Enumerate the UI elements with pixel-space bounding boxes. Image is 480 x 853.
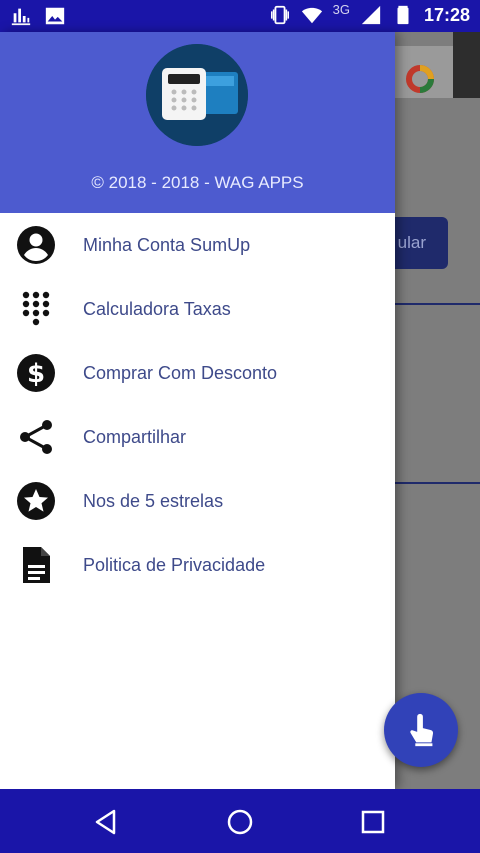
- drawer-header: © 2018 - 2018 - WAG APPS: [0, 32, 395, 213]
- menu-item-label: Comprar Com Desconto: [83, 363, 278, 383]
- background-ad-card: [395, 46, 453, 98]
- background-divider: [395, 303, 480, 305]
- background-app: ular: [395, 32, 480, 789]
- menu-item-fee-calculator[interactable]: Calculadora Taxas: [0, 277, 395, 341]
- vibrate-icon: [270, 5, 289, 25]
- card-reader-logo-icon: [146, 44, 248, 146]
- background-divider: [395, 482, 480, 484]
- battery-icon: [397, 5, 409, 25]
- back-triangle-icon: [95, 809, 116, 835]
- star-circle-icon: [16, 481, 56, 521]
- stats-icon: [11, 8, 31, 26]
- back-button[interactable]: [91, 807, 121, 837]
- menu-item-rate-5-stars[interactable]: Nos de 5 estrelas: [0, 469, 395, 533]
- drawer-menu: Minha Conta SumUp Calculadora Taxas $ Co…: [0, 213, 395, 597]
- svg-text:$: $: [27, 359, 45, 389]
- copyright-caption: © 2018 - 2018 - WAG APPS: [91, 173, 304, 192]
- status-time: 17:28: [423, 4, 470, 25]
- document-icon: [16, 545, 56, 585]
- menu-item-label: Minha Conta SumUp: [83, 235, 251, 255]
- recents-square-icon: [361, 810, 385, 834]
- menu-item-label: Politica de Privacidade: [83, 555, 266, 575]
- dollar-circle-icon: $: [16, 353, 56, 393]
- app-logo: [146, 44, 248, 146]
- background-calculate-button: ular: [395, 217, 448, 269]
- account-circle-icon: [16, 225, 56, 265]
- network-type-label: 3G: [332, 1, 350, 17]
- touch-icon: [410, 713, 434, 747]
- home-button[interactable]: [225, 807, 255, 837]
- status-bar: 3G 17:28: [0, 0, 480, 32]
- navigation-drawer: © 2018 - 2018 - WAG APPS Minha Conta Sum…: [0, 32, 395, 789]
- dialpad-icon: [16, 289, 56, 329]
- ad-logo-icon: [406, 65, 434, 93]
- home-circle-icon: [227, 809, 253, 835]
- background-dark-panel: [453, 32, 480, 98]
- menu-item-privacy-policy[interactable]: Politica de Privacidade: [0, 533, 395, 597]
- menu-item-my-account[interactable]: Minha Conta SumUp: [0, 213, 395, 277]
- menu-item-share[interactable]: Compartilhar: [0, 405, 395, 469]
- image-icon: [45, 7, 65, 25]
- menu-item-buy-discount[interactable]: $ Comprar Com Desconto: [0, 341, 395, 405]
- wifi-icon: [301, 7, 322, 24]
- share-icon: [16, 417, 56, 457]
- recents-button[interactable]: [358, 807, 388, 837]
- signal-icon: [361, 5, 381, 25]
- menu-item-label: Nos de 5 estrelas: [83, 491, 224, 511]
- touch-action-button[interactable]: [384, 693, 458, 767]
- menu-item-label: Compartilhar: [83, 427, 187, 447]
- system-navigation-bar: [0, 789, 480, 853]
- menu-item-label: Calculadora Taxas: [83, 299, 231, 319]
